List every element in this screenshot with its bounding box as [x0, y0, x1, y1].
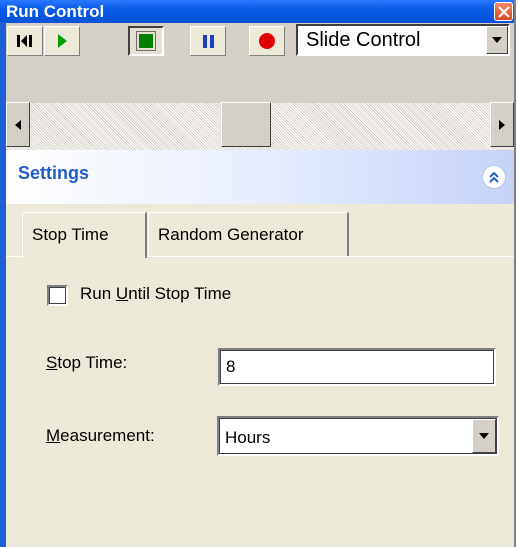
window-title: Run Control — [6, 2, 105, 21]
chevron-down-icon — [479, 433, 489, 439]
measurement-label: Measurement: — [46, 426, 155, 445]
settings-title: Settings — [18, 163, 90, 183]
mode-select-dropdown-button[interactable] — [486, 26, 508, 54]
pause-icon — [203, 35, 214, 48]
tab-stop-time-label: Stop Time — [32, 225, 109, 244]
arrow-left-icon — [15, 119, 21, 130]
chevron-down-icon — [492, 37, 502, 43]
scroll-right-button[interactable] — [490, 102, 514, 147]
tab-stop-time[interactable]: Stop Time — [22, 212, 147, 258]
step-to-start-button[interactable] — [7, 26, 43, 56]
double-chevron-up-icon — [489, 171, 499, 183]
stop-time-label: Stop Time: — [46, 353, 128, 372]
play-icon — [58, 34, 67, 48]
title-bar[interactable]: Run Control — [0, 0, 514, 23]
play-button[interactable] — [44, 26, 80, 56]
run-until-stop-time-label[interactable]: Run Until Stop Time — [80, 284, 231, 304]
scroll-left-button[interactable] — [6, 102, 30, 147]
collapse-button[interactable] — [482, 165, 506, 189]
run-toolbar: Slide Control — [6, 23, 514, 58]
record-icon — [259, 33, 275, 49]
record-button[interactable] — [249, 26, 285, 56]
scroll-area — [6, 58, 514, 103]
mode-select[interactable]: Slide Control — [296, 24, 510, 56]
stop-icon — [136, 31, 156, 51]
run-until-stop-time-checkbox[interactable] — [47, 285, 68, 306]
pause-button[interactable] — [190, 26, 226, 56]
close-icon — [498, 6, 510, 18]
stop-time-input[interactable] — [218, 348, 496, 386]
scrollbar-controls — [6, 102, 514, 150]
arrow-right-icon — [499, 119, 505, 130]
tab-random-generator-label: Random Generator — [158, 225, 304, 244]
settings-header[interactable]: Settings — [6, 150, 514, 204]
measurement-select-value: Hours — [225, 428, 271, 447]
mode-select-value: Slide Control — [306, 29, 421, 51]
close-button[interactable] — [494, 2, 513, 21]
scrollbar-thumb[interactable] — [221, 102, 271, 147]
tab-random-generator[interactable]: Random Generator — [148, 212, 349, 257]
skip-back-icon — [17, 35, 32, 47]
measurement-select[interactable]: Hours — [217, 416, 499, 456]
measurement-dropdown-button[interactable] — [472, 419, 496, 453]
stop-button[interactable] — [128, 26, 164, 56]
run-control-panel: Run Control Slide Control Settings Stop … — [0, 0, 516, 547]
